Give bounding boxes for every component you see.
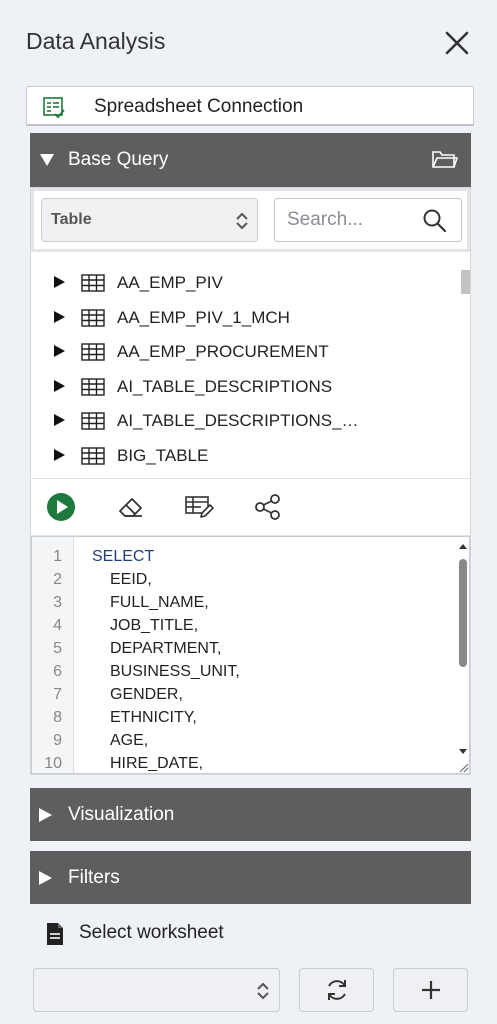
table-tree: AA_EMP_PIV AA_EMP_PIV_1_MCH AA_EMP_PROCU… — [31, 254, 470, 478]
worksheet-select[interactable] — [33, 968, 280, 1012]
select-worksheet-label: Select worksheet — [79, 922, 224, 943]
document-icon — [47, 923, 63, 945]
line-number: 6 — [53, 663, 62, 680]
refresh-icon — [327, 980, 346, 1000]
base-query-panel: Table AA_EMP_PIV AA_EMP_PIV_1_MCH — [30, 187, 471, 775]
caret-right-icon[interactable] — [54, 311, 65, 323]
table-filter-row: Table — [31, 188, 470, 252]
refresh-worksheets-button[interactable] — [299, 968, 374, 1012]
visualization-header[interactable]: Visualization — [30, 788, 471, 841]
tree-item[interactable]: AI_TABLE_DESCRIPTIONS_… — [31, 404, 451, 438]
caret-right-icon[interactable] — [54, 414, 65, 426]
table-grid-icon — [81, 412, 105, 430]
code-line: DEPARTMENT, — [110, 640, 222, 657]
caret-right-icon[interactable] — [54, 380, 65, 392]
filters-header[interactable]: Filters — [30, 851, 471, 904]
query-toolbar — [31, 478, 470, 536]
close-button[interactable] — [442, 28, 472, 58]
spreadsheet-connection-label: Spreadsheet Connection — [94, 96, 304, 117]
tree-item-label: AA_EMP_PIV_1_MCH — [117, 308, 290, 327]
tree-item[interactable]: BIG_TABLE — [31, 439, 451, 473]
table-grid-icon — [81, 378, 105, 396]
code-line: GENDER, — [110, 686, 183, 703]
code-line: AGE, — [110, 732, 149, 749]
caret-right-icon[interactable] — [54, 345, 65, 357]
table-grid-icon — [81, 343, 105, 361]
table-search[interactable] — [274, 198, 462, 242]
tree-item[interactable]: AA_EMP_PROCUREMENT — [31, 335, 451, 369]
code-line: SELECT — [92, 548, 155, 565]
plus-icon — [421, 981, 440, 999]
add-worksheet-button[interactable] — [393, 968, 468, 1012]
share-icon — [255, 494, 280, 520]
close-icon — [445, 31, 469, 55]
pane-title: Data Analysis — [26, 28, 166, 54]
table-grid-icon — [81, 274, 105, 292]
line-number: 1 — [53, 548, 62, 565]
editor-scrollbar[interactable] — [456, 537, 470, 773]
caret-right-icon — [39, 871, 52, 885]
filters-title: Filters — [68, 867, 120, 888]
line-number: 5 — [53, 640, 62, 657]
base-query-header[interactable]: Base Query — [30, 133, 471, 187]
caret-right-icon — [39, 808, 52, 822]
code-line: EEID, — [110, 571, 152, 588]
line-number: 3 — [53, 594, 62, 611]
table-grid-icon — [81, 447, 105, 465]
tree-item-label: BIG_TABLE — [117, 446, 209, 465]
tree-item-label: AI_TABLE_DESCRIPTIONS_… — [117, 411, 359, 430]
run-icon — [47, 493, 75, 521]
edit-table-button[interactable] — [183, 491, 215, 523]
tree-scrollbar[interactable] — [461, 270, 470, 294]
line-number-gutter: 1 2 3 4 5 6 7 8 9 10 — [32, 537, 74, 773]
share-button[interactable] — [252, 491, 284, 523]
scroll-down-icon[interactable] — [456, 745, 470, 757]
caret-down-icon — [40, 154, 54, 166]
eraser-icon — [119, 498, 142, 517]
tree-item[interactable]: AI_TABLE_DESCRIPTIONS — [31, 370, 451, 404]
line-number: 9 — [53, 732, 62, 749]
folder-open-icon[interactable] — [430, 147, 458, 171]
code-line: FULL_NAME, — [110, 594, 209, 611]
tree-item[interactable]: AA_EMP_PIV — [31, 266, 451, 300]
table-search-input[interactable] — [287, 208, 417, 232]
table-grid-icon — [81, 309, 105, 327]
sql-editor[interactable]: 1 2 3 4 5 6 7 8 9 10 SELECT EEID, FULL_N… — [31, 536, 470, 774]
line-number: 7 — [53, 686, 62, 703]
select-arrows-icon — [257, 982, 269, 1000]
spreadsheet-connection-tab[interactable]: Spreadsheet Connection — [26, 86, 474, 126]
resize-grip-icon[interactable] — [457, 761, 469, 773]
search-icon[interactable] — [422, 208, 448, 234]
code-line: BUSINESS_UNIT, — [110, 663, 240, 680]
line-number: 8 — [53, 709, 62, 726]
code-line: HIRE_DATE, — [110, 755, 204, 772]
line-number: 4 — [53, 617, 62, 634]
line-number: 2 — [53, 571, 62, 588]
caret-right-icon[interactable] — [54, 276, 65, 288]
clear-button[interactable] — [115, 491, 147, 523]
caret-right-icon[interactable] — [54, 449, 65, 461]
object-type-value: Table — [51, 211, 92, 228]
code-line: JOB_TITLE, — [110, 617, 199, 634]
code-line: ETHNICITY, — [110, 709, 197, 726]
tree-item-label: AI_TABLE_DESCRIPTIONS — [117, 377, 333, 396]
line-number: 10 — [44, 755, 62, 772]
object-type-select[interactable]: Table — [41, 198, 258, 242]
editor-scroll-thumb[interactable] — [459, 559, 467, 667]
scroll-up-icon[interactable] — [456, 541, 470, 553]
tree-item[interactable]: AA_EMP_PIV_1_MCH — [31, 301, 451, 335]
select-arrows-icon — [236, 212, 248, 230]
spreadsheet-check-icon — [43, 97, 65, 119]
visualization-title: Visualization — [68, 804, 175, 825]
base-query-title: Base Query — [68, 149, 169, 170]
edit-table-icon — [185, 496, 214, 518]
tree-item-label: AA_EMP_PROCUREMENT — [117, 342, 329, 361]
run-button[interactable] — [45, 491, 77, 523]
tree-item-label: AA_EMP_PIV — [117, 273, 223, 292]
